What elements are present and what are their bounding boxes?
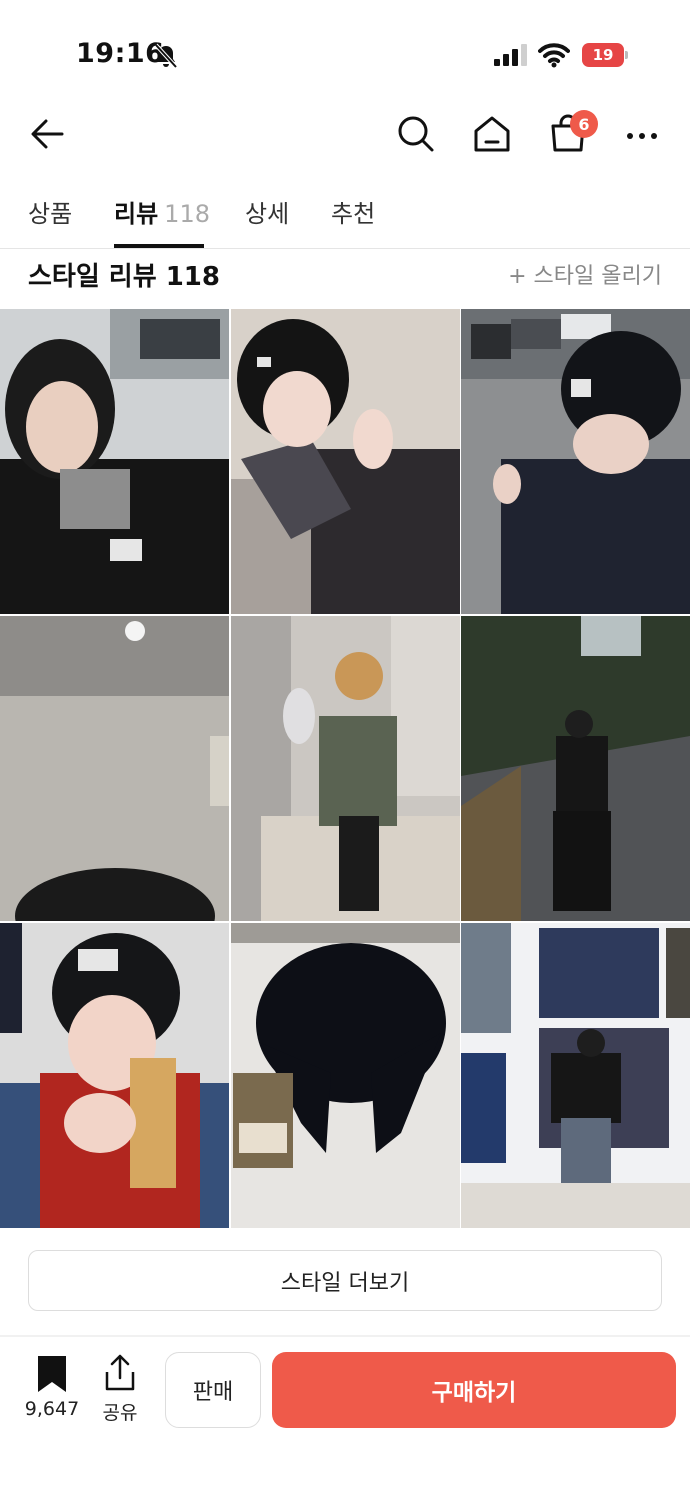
bell-off-icon: [154, 43, 178, 69]
tab-review-label: 리뷰: [114, 200, 159, 228]
tab-product[interactable]: 상품: [28, 194, 72, 229]
style-photo-5[interactable]: [231, 616, 460, 921]
section-title: 스타일 리뷰 118: [28, 262, 220, 292]
back-arrow-icon[interactable]: [26, 112, 70, 156]
wifi-icon: [538, 43, 570, 68]
more-icon[interactable]: [622, 112, 662, 156]
share-label: 공유: [102, 1402, 138, 1424]
tab-recommend[interactable]: 추천: [331, 194, 375, 229]
style-photo-3[interactable]: [461, 309, 690, 614]
style-photo-8[interactable]: [231, 923, 460, 1228]
tab-review[interactable]: 리뷰 118: [114, 194, 210, 229]
tab-detail[interactable]: 상세: [245, 194, 289, 229]
active-tab-indicator: [114, 244, 204, 248]
buy-button[interactable]: 구매하기: [272, 1352, 676, 1428]
style-photo-4[interactable]: [0, 616, 229, 921]
upload-style-link[interactable]: + 스타일 올리기: [508, 258, 662, 290]
battery-level: 19: [582, 43, 624, 67]
save-button[interactable]: 9,647: [20, 1354, 84, 1420]
divider: [0, 1335, 690, 1337]
home-icon[interactable]: [470, 112, 514, 156]
share-icon: [105, 1354, 135, 1391]
bottom-action-bar: 9,647 공유 판매 구매하기: [0, 1340, 690, 1500]
tab-review-count: 118: [164, 200, 210, 228]
share-button[interactable]: 공유: [96, 1354, 144, 1424]
save-count: 9,647: [24, 1398, 80, 1420]
battery-icon: 19: [582, 43, 628, 67]
sell-button[interactable]: 판매: [165, 1352, 261, 1428]
more-styles-button[interactable]: 스타일 더보기: [28, 1250, 662, 1311]
cart-count-badge: 6: [570, 110, 598, 138]
style-photo-1[interactable]: [0, 309, 229, 614]
style-photo-9[interactable]: [461, 923, 690, 1228]
style-photo-7[interactable]: [0, 923, 229, 1228]
product-tabs: 상품 리뷰 118 상세 추천: [0, 180, 690, 249]
style-photo-2[interactable]: [231, 309, 460, 614]
search-icon[interactable]: [394, 112, 438, 156]
status-bar: 19:16 19: [0, 0, 690, 100]
style-photo-6[interactable]: [461, 616, 690, 921]
bookmark-icon: [38, 1356, 66, 1392]
style-review-grid: [0, 309, 690, 1229]
top-nav-bar: 6: [0, 100, 690, 170]
signal-icon: [494, 44, 527, 66]
